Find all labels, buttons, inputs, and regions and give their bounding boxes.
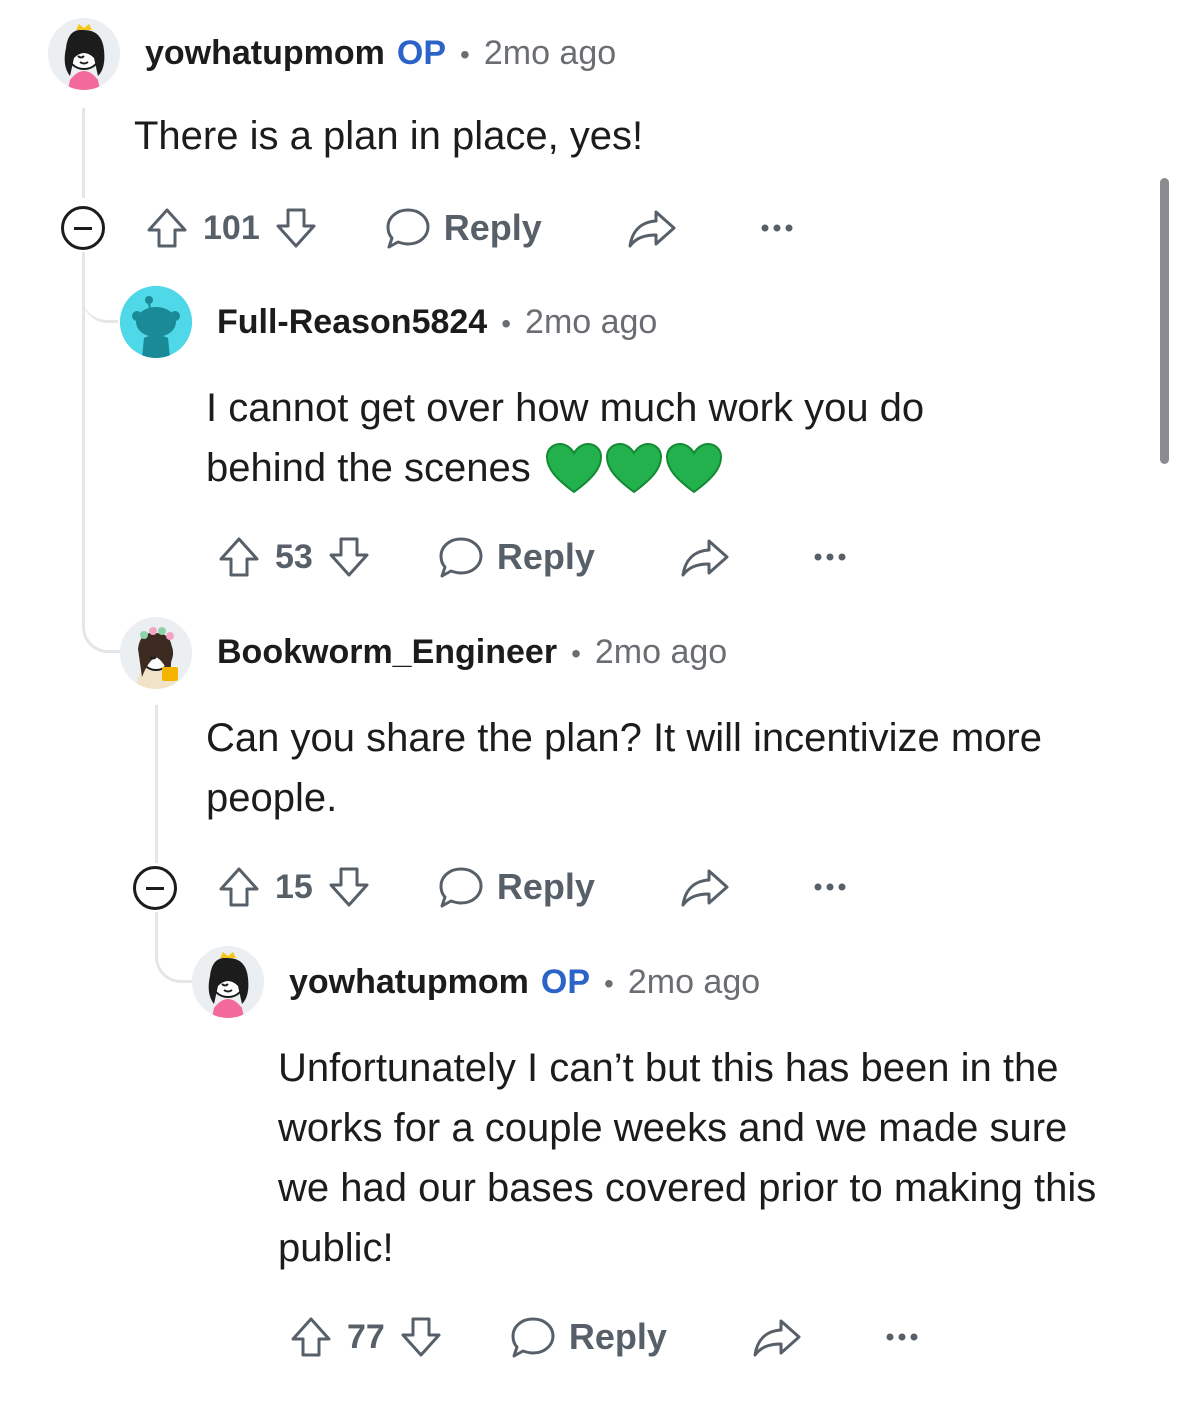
- more-options-icon: [814, 883, 846, 891]
- upvote-button[interactable]: [143, 204, 191, 252]
- downvote-button[interactable]: [397, 1313, 445, 1361]
- op-badge: OP: [396, 34, 447, 72]
- upvote-icon: [291, 1317, 331, 1357]
- share-icon: [753, 1319, 801, 1357]
- reply-button[interactable]: Reply: [437, 533, 595, 581]
- username[interactable]: Full-Reason5824: [217, 302, 487, 342]
- downvote-button[interactable]: [325, 863, 373, 911]
- timestamp: 2mo ago: [525, 303, 658, 341]
- more-options-button[interactable]: [813, 551, 847, 563]
- share-icon: [681, 539, 729, 577]
- upvote-icon: [219, 537, 259, 577]
- reply-label: Reply: [496, 536, 595, 577]
- more-options-button[interactable]: [885, 1331, 919, 1343]
- separator-dot: •: [604, 968, 614, 999]
- thread-line-nested: [155, 705, 158, 863]
- share-icon: [681, 869, 729, 907]
- reply-label: Reply: [568, 1316, 667, 1357]
- upvote-button[interactable]: [215, 863, 263, 911]
- comment-body: There is a plan in place, yes!: [134, 114, 644, 158]
- reply-button[interactable]: Reply: [384, 204, 542, 252]
- green-heart-emojis: [545, 442, 723, 494]
- comment-bubble-icon: [386, 208, 430, 249]
- reply-button[interactable]: Reply: [437, 863, 595, 911]
- reply-label: Reply: [496, 866, 595, 907]
- upvote-button[interactable]: [215, 533, 263, 581]
- green-heart-icon: [605, 442, 662, 494]
- more-options-button[interactable]: [813, 881, 847, 893]
- separator-dot: •: [571, 638, 581, 669]
- more-options-icon: [814, 553, 846, 561]
- downvote-icon: [329, 537, 369, 577]
- share-icon: [628, 210, 676, 248]
- downvote-icon: [276, 208, 316, 248]
- avatar[interactable]: [120, 617, 192, 689]
- username[interactable]: Bookworm_Engineer: [217, 632, 557, 672]
- comment-body-line: I cannot get over how much work you do: [206, 386, 925, 430]
- upvote-button[interactable]: [287, 1313, 335, 1361]
- comment-actions: 15 Reply: [215, 857, 847, 917]
- more-options-icon: [761, 224, 793, 232]
- downvote-icon: [401, 1317, 441, 1357]
- comment-bubble-icon: [511, 1317, 555, 1358]
- comment-body: I cannot get over how much work you do b…: [206, 378, 1106, 498]
- upvote-icon: [219, 867, 259, 907]
- green-heart-icon: [545, 442, 602, 494]
- share-button[interactable]: [751, 1313, 803, 1361]
- thread-line-root: [82, 108, 85, 198]
- green-heart-icon: [665, 442, 722, 494]
- avatar[interactable]: [192, 946, 264, 1018]
- downvote-icon: [329, 867, 369, 907]
- separator-dot: •: [501, 308, 512, 339]
- comment-body: Can you share the plan? It will incentiv…: [206, 716, 1042, 820]
- comment-actions: 101 Reply: [143, 198, 794, 258]
- reply-button[interactable]: Reply: [509, 1313, 667, 1361]
- avatar[interactable]: [48, 18, 120, 90]
- comment-actions: 77 Reply: [287, 1307, 919, 1367]
- share-button[interactable]: [679, 533, 731, 581]
- thread-curve-reply-3: [155, 912, 194, 983]
- timestamp: 2mo ago: [594, 633, 728, 671]
- more-options-icon: [886, 1333, 918, 1341]
- more-options-button[interactable]: [760, 222, 794, 234]
- comment-bubble-icon: [439, 537, 483, 578]
- vote-count: 15: [275, 867, 313, 906]
- downvote-button[interactable]: [272, 204, 320, 252]
- comment-body-text: behind the scenes: [206, 446, 531, 490]
- collapse-icon[interactable]: [61, 206, 105, 250]
- timestamp: 2mo ago: [627, 963, 761, 1001]
- comment-actions: 53 Reply: [215, 527, 847, 587]
- avatar[interactable]: [120, 286, 192, 358]
- share-button[interactable]: [679, 863, 731, 911]
- separator-dot: •: [460, 39, 470, 70]
- reply-label: Reply: [443, 207, 542, 248]
- thread-curve-reply-1: [82, 270, 118, 323]
- collapse-icon[interactable]: [133, 866, 177, 910]
- comment-header: yowhatupmom OP • 2mo ago: [289, 962, 760, 1004]
- upvote-icon: [147, 208, 187, 248]
- timestamp: 2mo ago: [483, 34, 617, 72]
- op-badge: OP: [540, 963, 591, 1001]
- share-button[interactable]: [626, 204, 678, 252]
- thread-curve-reply-2: [82, 560, 121, 653]
- comment-body-line: behind the scenes: [206, 438, 1106, 498]
- vote-count: 77: [347, 1317, 385, 1356]
- comment-body: Unfortunately I can’t but this has been …: [278, 1046, 1097, 1270]
- comment-header: yowhatupmom OP • 2mo ago: [145, 33, 616, 75]
- username[interactable]: yowhatupmom: [289, 962, 529, 1002]
- downvote-button[interactable]: [325, 533, 373, 581]
- comment-bubble-icon: [439, 867, 483, 908]
- comment-header: Bookworm_Engineer • 2mo ago: [217, 632, 727, 674]
- username[interactable]: yowhatupmom: [145, 33, 385, 73]
- comment-header: Full-Reason5824 • 2mo ago: [217, 302, 657, 344]
- scrollbar[interactable]: [1160, 178, 1169, 464]
- vote-count: 101: [203, 208, 260, 247]
- vote-count: 53: [275, 537, 313, 576]
